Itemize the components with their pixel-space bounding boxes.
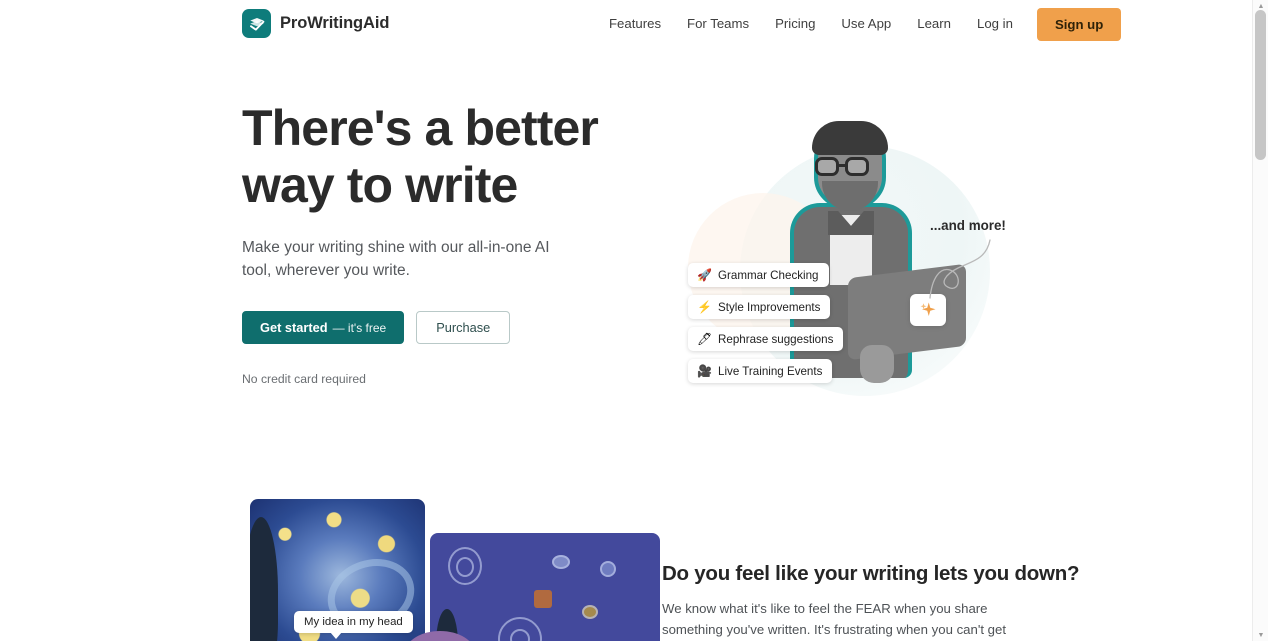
get-started-sublabel: — it's free — [332, 320, 387, 335]
writing-lets-you-down-section: My idea in my head Do you feel like your… — [0, 470, 1252, 641]
idea-in-my-head-label: My idea in my head — [294, 611, 413, 639]
glasses-left-lens-icon — [815, 157, 839, 176]
hero-illustration: ...and more! 🚀 Grammar Checking ⚡ Style … — [660, 98, 1020, 438]
rocket-icon: 🚀 — [697, 268, 712, 282]
lower-copy: Do you feel like your writing lets you d… — [662, 562, 1080, 641]
section-title: Do you feel like your writing lets you d… — [662, 562, 1080, 585]
feature-pill-rephrase-suggestions[interactable]: 🖊 Rephrase suggestions — [688, 327, 844, 351]
feature-pill-label: Rephrase suggestions — [718, 332, 834, 346]
and-more-callout: ...and more! — [930, 218, 1006, 233]
glasses-bridge-icon — [839, 164, 846, 167]
lightning-icon: ⚡ — [697, 300, 712, 314]
feature-pill-list: 🚀 Grammar Checking ⚡ Style Improvements … — [688, 263, 844, 383]
no-credit-card-note: No credit card required — [242, 372, 366, 386]
get-started-button[interactable]: Get started — it's free — [242, 311, 405, 344]
feature-pill-live-training-events[interactable]: 🎥 Live Training Events — [688, 359, 833, 383]
person-hair-icon — [812, 121, 888, 155]
nav-item-features[interactable]: Features — [596, 0, 674, 48]
purchase-button[interactable]: Purchase — [416, 311, 511, 344]
nav-item-use-app[interactable]: Use App — [828, 0, 904, 48]
hero-subtitle: Make your writing shine with our all-in-… — [242, 239, 550, 279]
scrollbar-thumb[interactable] — [1255, 10, 1266, 160]
sun-shape-icon — [534, 590, 552, 608]
brand-name: ProWritingAid — [280, 14, 390, 32]
site-header: ProWritingAid Features For Teams Pricing… — [0, 0, 1252, 48]
prowritingaid-book-check-icon — [242, 9, 271, 38]
glasses-right-lens-icon — [845, 157, 869, 176]
starry-night-simplified-image — [430, 533, 660, 641]
star-shape-icon — [600, 561, 616, 577]
feature-pill-grammar-checking[interactable]: 🚀 Grammar Checking — [688, 263, 829, 287]
hero-section: There's a better way to write Make your … — [0, 48, 1252, 468]
feature-pill-style-improvements[interactable]: ⚡ Style Improvements — [688, 295, 831, 319]
page-viewport: ProWritingAid Features For Teams Pricing… — [0, 0, 1252, 641]
star-shape-icon — [582, 605, 598, 619]
get-started-label: Get started — [260, 320, 328, 335]
magic-wand-icon: 🖊 — [697, 332, 713, 346]
feature-pill-label: Grammar Checking — [718, 268, 819, 282]
brand-logo-link[interactable]: ProWritingAid — [242, 9, 389, 38]
page-scrollbar[interactable]: ▲ ▼ — [1252, 0, 1268, 641]
star-shape-icon — [552, 555, 570, 569]
video-camera-icon: 🎥 — [697, 364, 712, 378]
starry-night-comparison: My idea in my head — [250, 499, 660, 641]
scrollbar-down-arrow[interactable]: ▼ — [1253, 629, 1268, 641]
sign-up-button[interactable]: Sign up — [1036, 7, 1122, 41]
hero-copy: There's a better way to write Make your … — [242, 100, 642, 386]
page-title: There's a better way to write — [242, 100, 599, 213]
nav-item-log-in[interactable]: Log in — [964, 0, 1026, 48]
nav-item-learn[interactable]: Learn — [904, 0, 964, 48]
swirl-shape-icon — [456, 557, 474, 577]
main-navigation: Features For Teams Pricing Use App Learn… — [596, 0, 1122, 48]
curly-arrow-icon — [929, 239, 991, 299]
feature-pill-label: Live Training Events — [718, 364, 823, 378]
nav-item-for-teams[interactable]: For Teams — [674, 0, 762, 48]
hero-actions: Get started — it's free Purchase — [242, 311, 642, 344]
browser-page: ProWritingAid Features For Teams Pricing… — [0, 0, 1268, 641]
nav-item-pricing[interactable]: Pricing — [762, 0, 828, 48]
feature-pill-label: Style Improvements — [718, 300, 821, 314]
person-hand-icon — [860, 345, 894, 383]
section-body: We know what it's like to feel the FEAR … — [662, 601, 1007, 637]
